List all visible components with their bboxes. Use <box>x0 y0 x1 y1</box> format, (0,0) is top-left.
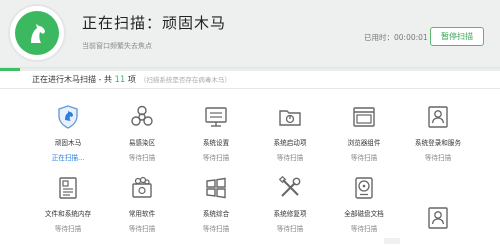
scan-item-label: 顽固木马 <box>54 139 82 147</box>
scroll-hint <box>384 238 400 244</box>
status-hint: （扫描系统是否存在病毒木马） <box>139 76 231 84</box>
horse-icon-svg <box>31 24 45 43</box>
shield-icon <box>58 105 78 129</box>
item-count: 11 <box>114 75 126 85</box>
tools-icon <box>278 175 301 197</box>
scan-item-label: 系统修复项 <box>273 210 307 218</box>
scan-item: 易感染区 等待扫描 <box>107 104 177 162</box>
scan-item-state: 正在扫描... <box>51 154 85 162</box>
scan-item-label: 系统综合 <box>202 210 230 218</box>
scan-item-state: 等待扫描 <box>350 154 378 162</box>
scan-item: 常用软件 等待扫描 <box>107 175 177 233</box>
scan-item-label: 浏览器组件 <box>347 139 381 147</box>
scan-item-state: 等待扫描 <box>202 225 230 233</box>
scan-item-label: 常用软件 <box>128 210 156 218</box>
pause-scan-button[interactable]: 暂停扫描 <box>430 27 484 46</box>
scan-item: 系统综合 等待扫描 <box>181 175 251 233</box>
scan-item: 全部磁盘文档 等待扫描 <box>329 175 399 233</box>
scan-item <box>403 205 473 231</box>
scan-item-state: 等待扫描 <box>54 225 82 233</box>
scan-item: 系统登录和服务 等待扫描 <box>403 104 473 162</box>
scan-item: 系统启动项 等待扫描 <box>255 104 325 162</box>
scan-item-state: 等待扫描 <box>276 154 304 162</box>
startup-folder-icon <box>279 110 301 126</box>
scan-item: 浏览器组件 等待扫描 <box>329 104 399 162</box>
scan-item: 文件和系统内存 等待扫描 <box>33 175 103 233</box>
document-icon <box>59 177 77 199</box>
software-icon <box>132 176 152 198</box>
monitor-settings-icon <box>205 107 227 127</box>
page-title: 正在扫描：顽固木马 <box>82 14 227 32</box>
scan-item: 系统设置 等待扫描 <box>181 104 251 162</box>
scan-item-label: 易感染区 <box>128 139 156 147</box>
windows-icon <box>206 177 226 199</box>
progress-fill <box>0 68 20 71</box>
page-subtitle: 当前窗口频繁失去焦点 <box>82 42 152 50</box>
scan-item-state: 等待扫描 <box>202 154 230 162</box>
progress-bar <box>0 68 500 71</box>
scan-item-label: 文件和系统内存 <box>44 210 92 218</box>
status-prefix: 正在进行木马扫描 - 共 <box>32 75 115 84</box>
scan-header: 正在扫描：顽固木马 当前窗口频繁失去焦点 已用时：00:00:01 暂停扫描 <box>0 0 500 68</box>
scan-item-state: 等待扫描 <box>128 225 156 233</box>
scan-item-label: 全部磁盘文档 <box>344 210 384 218</box>
scan-item-label: 系统启动项 <box>273 139 307 147</box>
elapsed-time: 已用时：00:00:01 <box>364 33 428 42</box>
scan-item-label: 系统登录和服务 <box>414 139 462 147</box>
scan-item-label: 系统设置 <box>202 139 230 147</box>
divider <box>0 88 500 89</box>
scan-item-state: 等待扫描 <box>128 154 156 162</box>
scan-item-state: 等待扫描 <box>276 225 304 233</box>
browser-icon <box>353 107 375 127</box>
scan-item: 顽固木马 正在扫描... <box>33 104 103 162</box>
status-suffix: 项 <box>125 75 136 84</box>
scan-item-state: 等待扫描 <box>424 154 452 162</box>
user-login-icon <box>428 106 448 128</box>
scan-item: 系统修复项 等待扫描 <box>255 175 325 233</box>
logo <box>10 6 64 60</box>
scan-item-state: 等待扫描 <box>350 225 378 233</box>
user-login-icon <box>428 207 448 229</box>
scan-status: 正在进行木马扫描 - 共 11 项（扫描系统是否存在病毒木马） <box>32 74 231 85</box>
disk-icon <box>355 177 373 199</box>
horse-icon <box>15 11 59 55</box>
biohazard-icon <box>131 105 153 126</box>
